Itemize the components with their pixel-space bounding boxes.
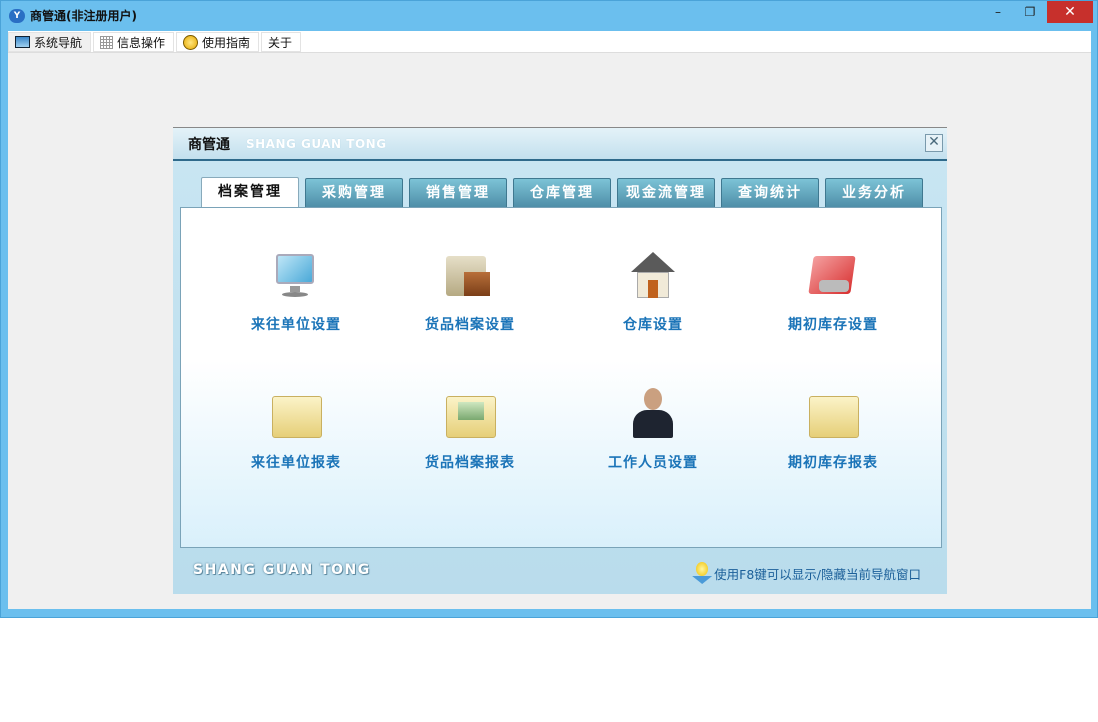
menu-label: 关于 bbox=[268, 35, 293, 50]
help-icon bbox=[183, 34, 199, 50]
item-warehouse-settings[interactable]: 仓库设置 bbox=[573, 250, 733, 334]
item-partner-report[interactable]: 来往单位报表 bbox=[216, 388, 376, 472]
folder-image-icon bbox=[442, 388, 498, 440]
menu-guide[interactable]: 使用指南 bbox=[176, 32, 260, 52]
item-staff-settings[interactable]: 工作人员设置 bbox=[573, 388, 733, 472]
navigation-dialog: 商管通 SHANG GUAN TONG ✕ 档案管理 采购管理 销售管理 仓库管… bbox=[173, 127, 947, 594]
item-label: 期初库存报表 bbox=[788, 455, 878, 471]
folder-icon bbox=[805, 388, 861, 440]
tab-bar: 档案管理 采购管理 销售管理 仓库管理 现金流管理 查询统计 业务分析 bbox=[201, 177, 923, 208]
footer-brand: SHANG GUAN TONG bbox=[193, 562, 371, 578]
item-label: 期初库存设置 bbox=[788, 317, 878, 333]
tab-analysis[interactable]: 业务分析 bbox=[825, 178, 923, 207]
app-logo-icon: Y bbox=[9, 8, 25, 23]
item-initial-stock-settings[interactable]: 期初库存设置 bbox=[753, 250, 913, 334]
house-icon bbox=[625, 250, 681, 302]
tab-warehouse[interactable]: 仓库管理 bbox=[513, 178, 611, 207]
minimize-button[interactable]: – bbox=[983, 1, 1013, 23]
item-label: 仓库设置 bbox=[623, 317, 683, 333]
folder-icon bbox=[268, 388, 324, 440]
item-partner-settings[interactable]: 来往单位设置 bbox=[216, 250, 376, 334]
tab-cashflow[interactable]: 现金流管理 bbox=[617, 178, 715, 207]
dialog-close-button[interactable]: ✕ bbox=[925, 134, 943, 152]
menu-label: 使用指南 bbox=[202, 35, 251, 50]
f8-hint: 使用F8键可以显示/隐藏当前导航窗口 bbox=[692, 562, 921, 584]
menu-info-ops[interactable]: 信息操作 bbox=[93, 32, 175, 52]
menu-system-nav[interactable]: 系统导航 bbox=[8, 32, 92, 52]
close-button[interactable]: ✕ bbox=[1047, 1, 1093, 23]
dialog-footer: SHANG GUAN TONG 使用F8键可以显示/隐藏当前导航窗口 bbox=[173, 548, 947, 595]
grid-icon bbox=[100, 35, 114, 49]
calculator-icon bbox=[805, 250, 861, 302]
tab-archive[interactable]: 档案管理 bbox=[201, 177, 299, 208]
item-label: 货品档案报表 bbox=[425, 455, 515, 471]
dialog-header: 商管通 SHANG GUAN TONG ✕ bbox=[173, 128, 947, 161]
item-label: 来往单位设置 bbox=[251, 317, 341, 333]
person-icon bbox=[625, 388, 681, 440]
item-goods-settings[interactable]: 货品档案设置 bbox=[390, 250, 550, 334]
item-goods-report[interactable]: 货品档案报表 bbox=[390, 388, 550, 472]
menu-about[interactable]: 关于 bbox=[261, 32, 302, 52]
dialog-subtitle: SHANG GUAN TONG bbox=[246, 136, 387, 151]
hint-text: 使用F8键可以显示/隐藏当前导航窗口 bbox=[714, 566, 921, 582]
item-label: 货品档案设置 bbox=[425, 317, 515, 333]
menu-label: 系统导航 bbox=[34, 35, 83, 50]
dialog-title: 商管通 bbox=[188, 136, 230, 153]
restore-button[interactable]: ❐ bbox=[1015, 1, 1045, 23]
tab-sales[interactable]: 销售管理 bbox=[409, 178, 507, 207]
title-bar: Y 商管通(非注册用户) – ❐ ✕ bbox=[1, 1, 1097, 30]
lightbulb-icon bbox=[692, 562, 713, 584]
menu-label: 信息操作 bbox=[117, 35, 166, 50]
item-initial-stock-report[interactable]: 期初库存报表 bbox=[753, 388, 913, 472]
tab-purchase[interactable]: 采购管理 bbox=[305, 178, 403, 207]
tab-statistics[interactable]: 查询统计 bbox=[721, 178, 819, 207]
computer-icon bbox=[268, 250, 324, 302]
tab-panel: 来往单位设置 货品档案设置 仓库设置 期初库存设置 来往单位报表 货品档案报表 … bbox=[180, 207, 942, 548]
item-label: 来往单位报表 bbox=[251, 455, 341, 471]
monitor-icon bbox=[15, 36, 30, 48]
item-label: 工作人员设置 bbox=[608, 455, 698, 471]
window-title: 商管通(非注册用户) bbox=[30, 9, 137, 23]
folder-box-icon bbox=[442, 250, 498, 302]
menu-bar: 系统导航 信息操作 使用指南 关于 bbox=[8, 31, 1091, 53]
